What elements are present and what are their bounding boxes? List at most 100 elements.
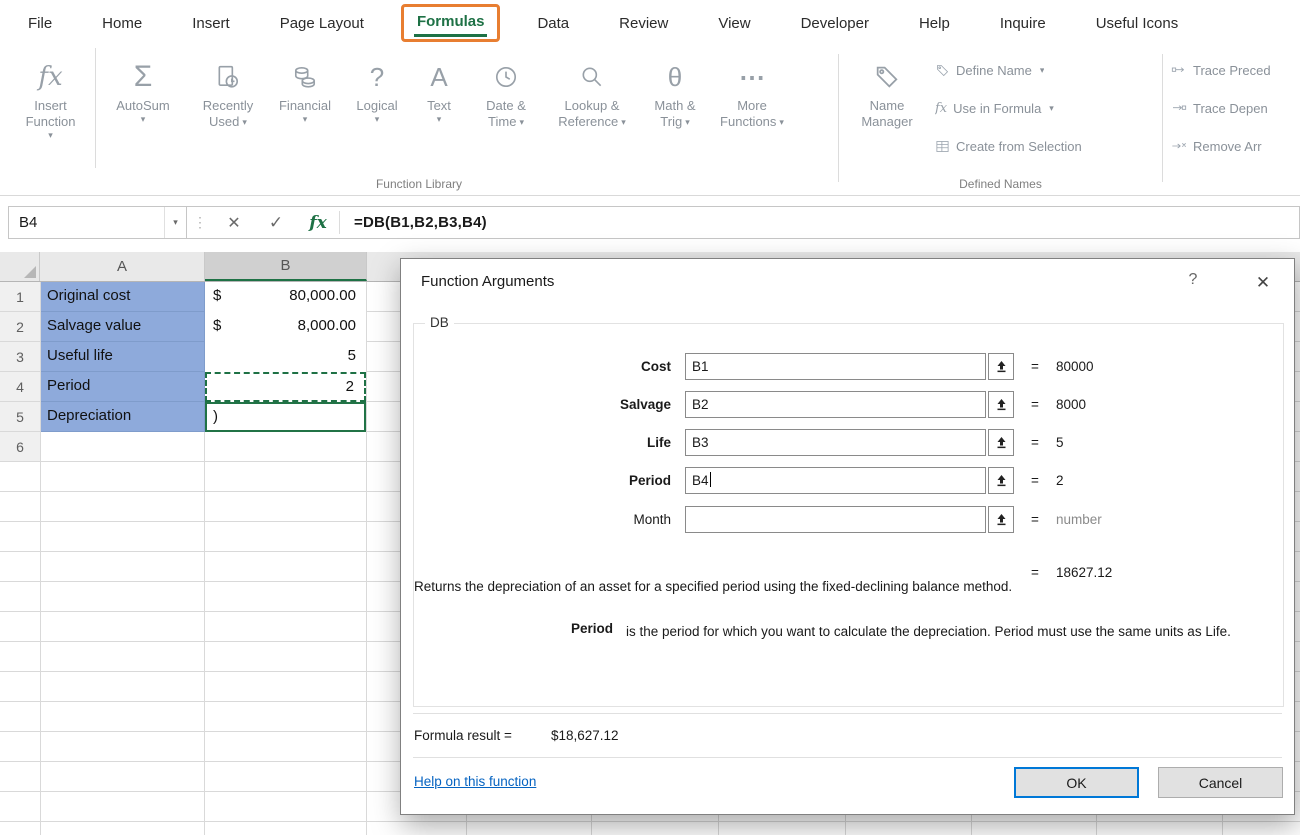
tab-useful-icons[interactable]: Useful Icons bbox=[1096, 15, 1179, 32]
dialog-close-button[interactable]: ✕ bbox=[1246, 269, 1280, 297]
cancel-entry-icon[interactable]: ✕ bbox=[213, 207, 255, 238]
collapse-dialog-icon bbox=[995, 474, 1008, 487]
cell-b4-marching-ants[interactable]: 2 bbox=[205, 372, 366, 402]
more-functions-button[interactable]: ⋯ More Functions▾ bbox=[710, 48, 794, 168]
group-defined-names: Name Manager Define Name ▾ fx Use in For… bbox=[839, 46, 1162, 195]
tab-home[interactable]: Home bbox=[102, 15, 142, 32]
insert-function-fx-icon[interactable]: fx bbox=[297, 207, 339, 238]
argument-row-cost: Cost B1 = 80000 bbox=[401, 353, 1294, 380]
enter-entry-icon[interactable]: ✓ bbox=[255, 207, 297, 238]
cell-b2[interactable]: $ 8,000.00 bbox=[205, 312, 366, 342]
equals-sign: = bbox=[1031, 467, 1039, 494]
use-in-formula-button[interactable]: fx Use in Formula ▾ bbox=[935, 96, 1054, 120]
lookup-reference-button[interactable]: Lookup & Reference▾ bbox=[544, 48, 640, 168]
name-manager-icon bbox=[873, 56, 901, 98]
function-name-label: DB bbox=[425, 315, 454, 330]
collapse-dialog-icon bbox=[995, 360, 1008, 373]
lookup-reference-icon bbox=[579, 56, 605, 98]
cost-input[interactable]: B1 bbox=[685, 353, 986, 380]
ribbon: fx Insert Function ▾ Σ AutoSum ▾ Recentl… bbox=[0, 46, 1300, 196]
salvage-range-picker-button[interactable] bbox=[988, 391, 1014, 418]
define-name-icon bbox=[935, 63, 950, 78]
life-input[interactable]: B3 bbox=[685, 429, 986, 456]
column-header-a[interactable]: A bbox=[40, 252, 205, 281]
dialog-help-button[interactable]: ? bbox=[1181, 271, 1205, 289]
logical-button[interactable]: ? Logical ▾ bbox=[344, 48, 410, 168]
tab-file[interactable]: File bbox=[28, 15, 52, 32]
financial-icon bbox=[292, 56, 318, 98]
tab-view[interactable]: View bbox=[718, 15, 750, 32]
cost-range-picker-button[interactable] bbox=[988, 353, 1014, 380]
cell-a1[interactable]: Original cost bbox=[41, 282, 205, 312]
salvage-label: Salvage bbox=[421, 391, 671, 418]
row-header-2[interactable]: 2 bbox=[0, 312, 40, 342]
math-trig-button[interactable]: θ Math & Trig▾ bbox=[640, 48, 710, 168]
formulas-tab-annotation-box: Formulas bbox=[401, 4, 501, 42]
salvage-input[interactable]: B2 bbox=[685, 391, 986, 418]
insert-function-button[interactable]: fx Insert Function ▾ bbox=[6, 48, 96, 168]
period-input[interactable]: B4 bbox=[685, 467, 986, 494]
ok-button[interactable]: OK bbox=[1014, 767, 1139, 798]
formula-bar-drag-dots-icon[interactable]: ⋮ bbox=[187, 207, 213, 238]
equals-sign: = bbox=[1031, 506, 1039, 533]
cell-b3[interactable]: 5 bbox=[205, 342, 366, 372]
cell-a2[interactable]: Salvage value bbox=[41, 312, 205, 342]
cell-b5-editing[interactable]: ) bbox=[205, 402, 366, 432]
define-name-button[interactable]: Define Name ▾ bbox=[935, 58, 1044, 82]
row-header-3[interactable]: 3 bbox=[0, 342, 40, 372]
tab-formulas[interactable]: Formulas bbox=[417, 13, 485, 30]
life-range-picker-button[interactable] bbox=[988, 429, 1014, 456]
row-header-5[interactable]: 5 bbox=[0, 402, 40, 432]
parameter-description: is the period for which you want to calc… bbox=[626, 621, 1281, 642]
tab-review[interactable]: Review bbox=[619, 15, 668, 32]
name-box[interactable]: B4 ▾ bbox=[9, 207, 187, 238]
tab-insert[interactable]: Insert bbox=[192, 15, 230, 32]
insert-function-icon: fx bbox=[38, 56, 62, 98]
row-header-6[interactable]: 6 bbox=[0, 432, 40, 462]
tab-data[interactable]: Data bbox=[537, 15, 569, 32]
date-time-button[interactable]: Date & Time▾ bbox=[468, 48, 544, 168]
life-label: Life bbox=[421, 429, 671, 456]
tab-help[interactable]: Help bbox=[919, 15, 950, 32]
trace-dependents-button[interactable]: Trace Depen bbox=[1171, 96, 1268, 120]
collapse-dialog-icon bbox=[995, 513, 1008, 526]
tab-inquire[interactable]: Inquire bbox=[1000, 15, 1046, 32]
help-on-this-function-link[interactable]: Help on this function bbox=[414, 774, 536, 789]
cost-result: 80000 bbox=[1056, 353, 1094, 380]
math-trig-icon: θ bbox=[668, 56, 682, 98]
text-button[interactable]: A Text ▾ bbox=[410, 48, 468, 168]
row-header-1[interactable]: 1 bbox=[0, 282, 40, 312]
column-header-b[interactable]: B bbox=[205, 252, 367, 281]
formula-input[interactable]: =DB(B1,B2,B3,B4) bbox=[340, 207, 1299, 238]
period-range-picker-button[interactable] bbox=[988, 467, 1014, 494]
month-range-picker-button[interactable] bbox=[988, 506, 1014, 533]
recently-used-button[interactable]: Recently Used▾ bbox=[190, 48, 266, 168]
select-all-corner[interactable] bbox=[0, 252, 40, 281]
cell-b1-value: 80,000.00 bbox=[289, 282, 356, 312]
financial-button[interactable]: Financial ▾ bbox=[266, 48, 344, 168]
period-result: 2 bbox=[1056, 467, 1064, 494]
create-from-selection-button[interactable]: Create from Selection bbox=[935, 134, 1082, 158]
remove-arrows-button[interactable]: Remove Arr bbox=[1171, 134, 1262, 158]
tab-page-layout[interactable]: Page Layout bbox=[280, 15, 364, 32]
month-label: Month bbox=[421, 506, 671, 533]
cell-a5[interactable]: Depreciation bbox=[41, 402, 205, 432]
cell-b1[interactable]: $ 80,000.00 bbox=[205, 282, 366, 312]
create-from-selection-icon bbox=[935, 139, 950, 154]
name-manager-button[interactable]: Name Manager bbox=[849, 48, 925, 168]
trace-precedents-icon bbox=[1171, 63, 1187, 77]
name-box-dropdown-icon[interactable]: ▾ bbox=[164, 207, 186, 238]
more-functions-icon: ⋯ bbox=[739, 56, 765, 98]
dialog-title: Function Arguments bbox=[421, 273, 554, 290]
cell-a4[interactable]: Period bbox=[41, 372, 205, 402]
row-header-4[interactable]: 4 bbox=[0, 372, 40, 402]
autosum-button[interactable]: Σ AutoSum ▾ bbox=[96, 48, 190, 168]
argument-row-life: Life B3 = 5 bbox=[401, 429, 1294, 456]
month-input[interactable] bbox=[685, 506, 986, 533]
cancel-button[interactable]: Cancel bbox=[1158, 767, 1283, 798]
group-label-function-library: Function Library bbox=[0, 177, 838, 191]
cell-a3[interactable]: Useful life bbox=[41, 342, 205, 372]
trace-precedents-button[interactable]: Trace Preced bbox=[1171, 58, 1271, 82]
name-box-value: B4 bbox=[9, 214, 164, 231]
tab-developer[interactable]: Developer bbox=[801, 15, 869, 32]
